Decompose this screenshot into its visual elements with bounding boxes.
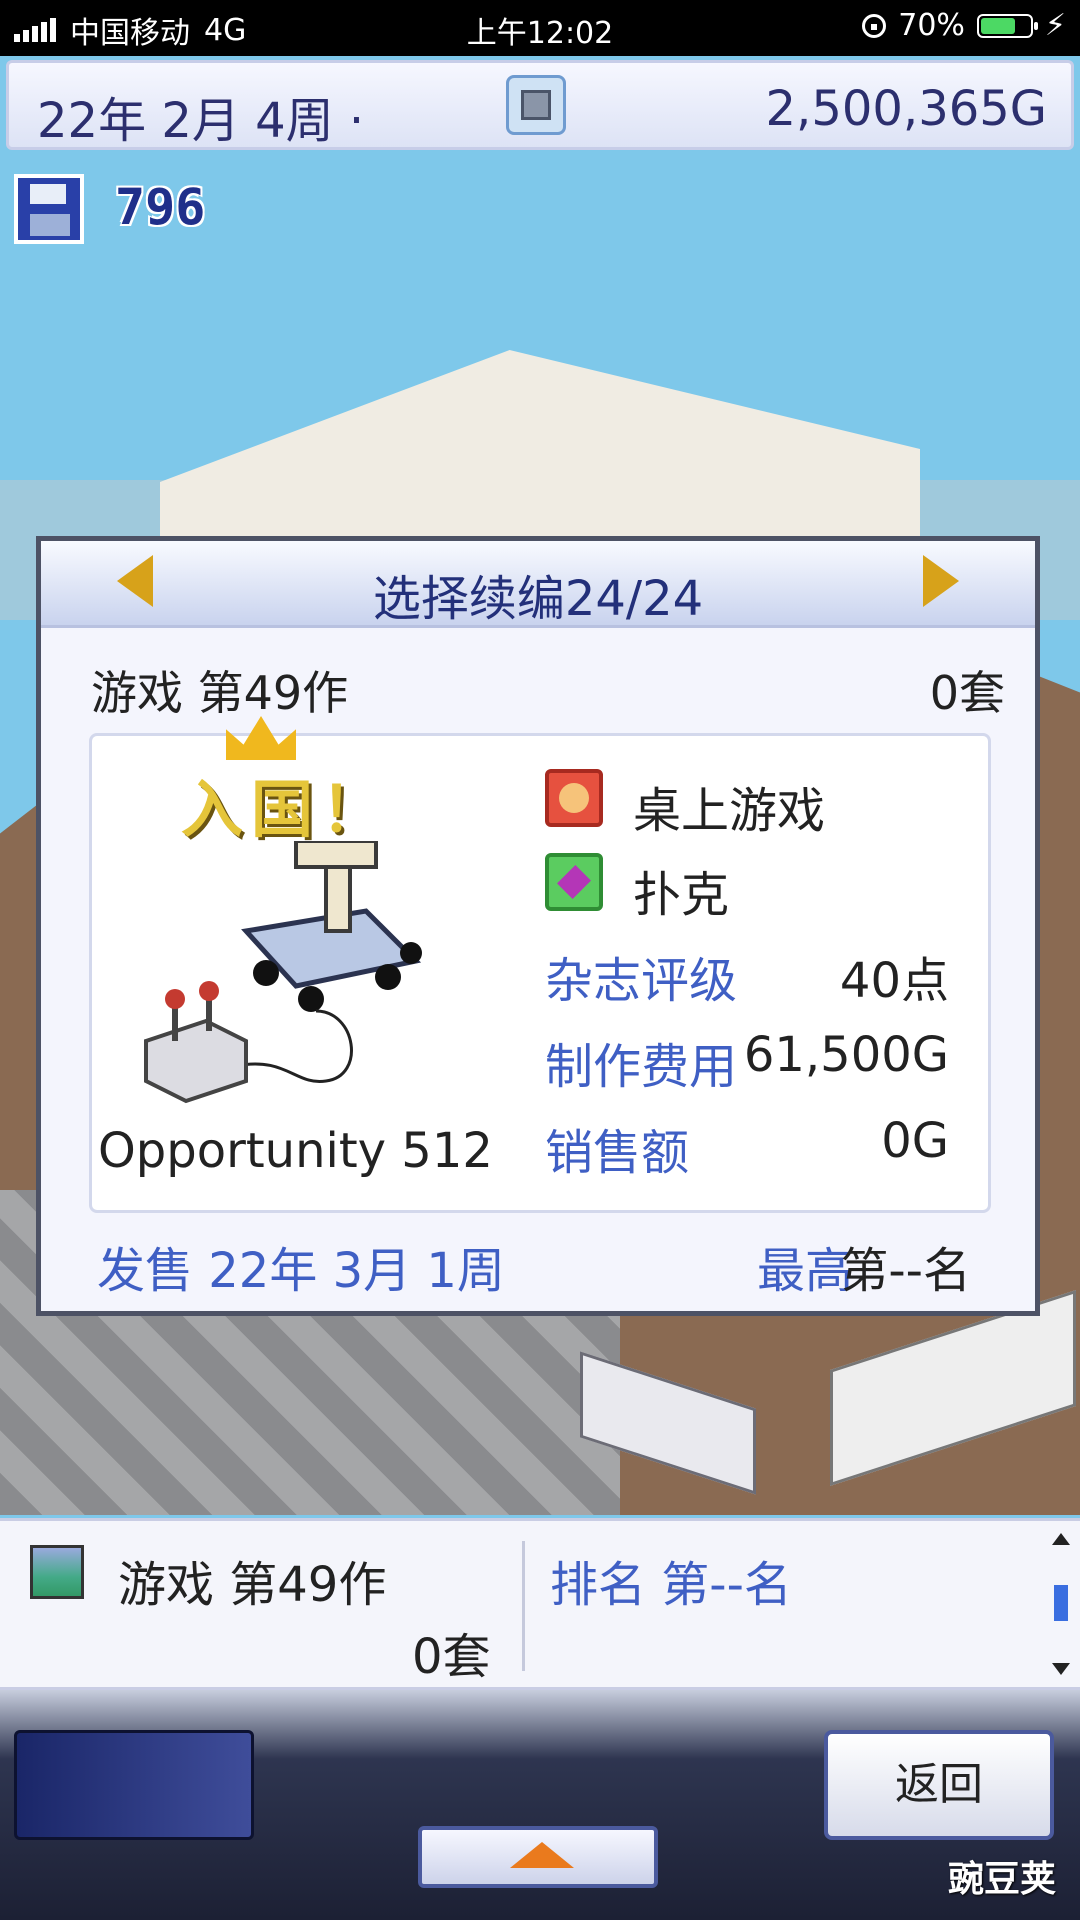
charging-icon: ⚡ (1044, 8, 1066, 43)
list-item-name[interactable]: 游戏 第49作 (118, 1545, 386, 1615)
game-name: 游戏 第49作 (91, 666, 349, 720)
release-date: 发售 22年 3月 1周 (97, 1243, 505, 1299)
best-rank-label: 最高 (757, 1243, 854, 1299)
empty-slot-button[interactable] (14, 1730, 254, 1840)
bottom-nav: 返回 豌豆荚 (0, 1690, 1080, 1920)
status-bar: 中国移动 4G 上午12:02 70% ⚡ (0, 0, 1080, 56)
scroll-up-icon[interactable] (1052, 1533, 1070, 1545)
smiley-face-icon (545, 769, 603, 827)
battery-percent: 70% (898, 8, 965, 43)
type-label: 扑克 (633, 867, 730, 923)
arrow-right-icon[interactable] (923, 555, 959, 607)
game-list-panel: 游戏 第49作 0套 排名 第--名 (0, 1518, 1080, 1690)
sales-value: 0G (881, 1113, 949, 1169)
magazine-rating-value: 40点 (839, 953, 949, 1009)
game-console-icon (144, 841, 422, 1104)
scroll-down-icon[interactable] (1052, 1663, 1070, 1675)
game-thumbnail-icon (30, 1545, 84, 1599)
game-date: 22年 2月 4周 · (37, 93, 365, 149)
money-display: 2,500,365G (765, 81, 1047, 137)
camera-icon[interactable] (506, 75, 566, 135)
rotation-lock-icon (862, 13, 887, 38)
game-title: Opportunity 512 (98, 1123, 493, 1179)
award-label: 入国！ (181, 773, 392, 846)
dialog-header: 选择续编24/24 (41, 541, 1035, 628)
list-scrollbar[interactable] (1052, 1533, 1070, 1675)
magazine-rating-label: 杂志评级 (545, 953, 738, 1009)
menu-up-button[interactable] (418, 1826, 658, 1888)
watermark: 豌豆荚 (947, 1859, 1056, 1900)
best-rank-value: 第--名 (840, 1243, 971, 1299)
battery-icon (976, 13, 1038, 38)
list-item-units: 0套 (412, 1629, 491, 1685)
scroll-thumb[interactable] (1054, 1585, 1068, 1621)
sales-label: 销售额 (545, 1125, 690, 1181)
production-cost-label: 制作费用 (545, 1039, 738, 1095)
list-divider (522, 1541, 525, 1671)
sequel-select-dialog: 选择续编24/24 游戏 第49作 0套 入国！ Opportunity 512… (36, 536, 1040, 1316)
production-cost-value: 61,500G (743, 1027, 949, 1083)
list-item-rank: 排名 第--名 (550, 1557, 792, 1613)
back-button[interactable]: 返回 (824, 1730, 1054, 1840)
units-sold: 0套 (929, 666, 1005, 720)
game-top-bar: 22年 2月 4周 · 2,500,365G (6, 60, 1074, 150)
dialog-title: 选择续编24/24 (372, 571, 704, 627)
gem-icon (545, 853, 603, 911)
genre-label: 桌上游戏 (633, 783, 826, 839)
